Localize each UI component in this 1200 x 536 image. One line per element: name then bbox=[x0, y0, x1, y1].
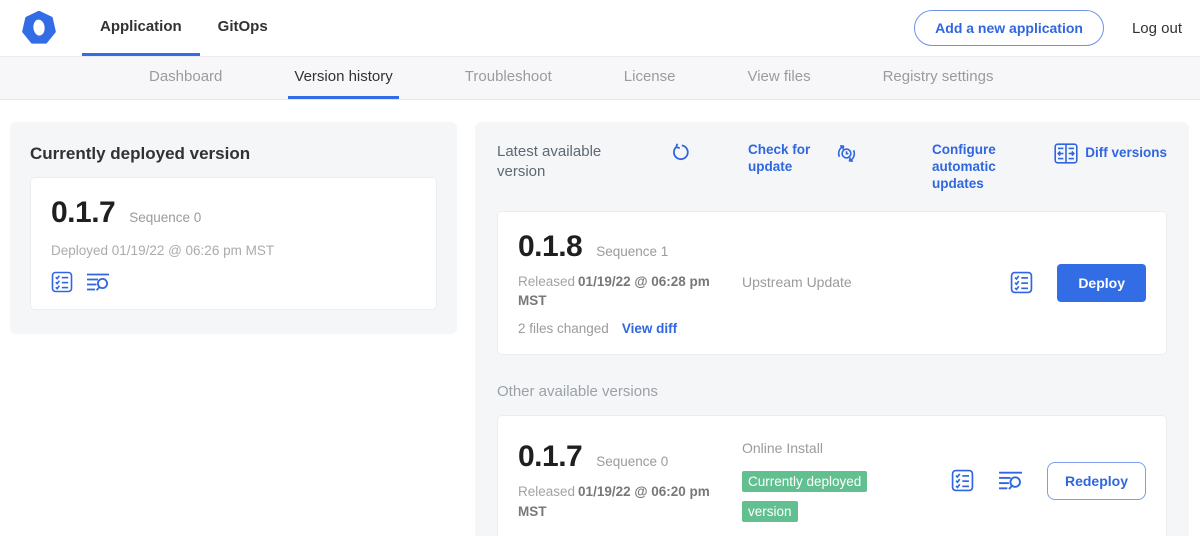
configure-automatic-updates-link[interactable]: Configure automatic updates bbox=[836, 142, 1021, 193]
preflight-checklist-icon[interactable] bbox=[951, 469, 974, 492]
latest-available-panel: Latest available version Check for updat… bbox=[475, 122, 1189, 536]
currently-deployed-panel: Currently deployed version 0.1.7 Sequenc… bbox=[10, 122, 457, 334]
release-info: 0.1.7 Sequence 0 Released01/19/22 @ 06:2… bbox=[518, 440, 730, 521]
release-card-0-1-7: 0.1.7 Sequence 0 Released01/19/22 @ 06:2… bbox=[497, 415, 1167, 536]
release-source: Online Install Currently deployed versio… bbox=[742, 440, 910, 528]
diff-versions-icon bbox=[1054, 143, 1078, 164]
current-version-card: 0.1.7 Sequence 0 Deployed 01/19/22 @ 06:… bbox=[30, 177, 437, 310]
release-actions: Deploy bbox=[1010, 264, 1146, 302]
release-source: Upstream Update bbox=[742, 274, 852, 292]
configure-automatic-updates-label: Configure automatic updates bbox=[932, 142, 1021, 193]
diff-versions-link[interactable]: Diff versions bbox=[1054, 142, 1167, 164]
redeploy-button[interactable]: Redeploy bbox=[1047, 462, 1146, 500]
other-versions-title: Other available versions bbox=[497, 383, 1167, 400]
subnav-license[interactable]: License bbox=[618, 57, 682, 99]
release-info: 0.1.8 Sequence 1 Released01/19/22 @ 06:2… bbox=[518, 230, 730, 336]
auto-update-clock-icon bbox=[836, 143, 925, 164]
current-version-number: 0.1.7 bbox=[51, 196, 115, 230]
refresh-icon bbox=[671, 143, 741, 162]
check-for-update-link[interactable]: Check for update bbox=[671, 142, 836, 176]
current-version-sequence: Sequence 0 bbox=[129, 210, 201, 225]
latest-available-title: Latest available version bbox=[497, 142, 629, 183]
current-version-row: 0.1.7 Sequence 0 bbox=[51, 196, 416, 230]
current-version-actions bbox=[51, 271, 416, 293]
release-timestamp: Released01/19/22 @ 06:20 pm MST bbox=[518, 482, 713, 521]
release-sequence: Sequence 1 bbox=[596, 244, 668, 259]
diff-versions-label: Diff versions bbox=[1085, 145, 1167, 162]
view-diff-link[interactable]: View diff bbox=[622, 321, 677, 336]
deploy-logs-icon[interactable] bbox=[998, 469, 1023, 492]
currently-deployed-badge: Currently deployed version bbox=[742, 471, 867, 522]
latest-header: Latest available version Check for updat… bbox=[497, 142, 1167, 193]
release-timestamp: Released01/19/22 @ 06:28 pm MST bbox=[518, 272, 713, 311]
files-changed-label: 2 files changed bbox=[518, 321, 609, 336]
currently-deployed-title: Currently deployed version bbox=[30, 144, 437, 164]
subnav-troubleshoot[interactable]: Troubleshoot bbox=[459, 57, 558, 99]
top-tabs: Application GitOps bbox=[82, 0, 286, 56]
check-for-update-label: Check for update bbox=[748, 142, 818, 176]
release-sequence: Sequence 0 bbox=[596, 454, 668, 469]
subnav-view-files[interactable]: View files bbox=[741, 57, 816, 99]
deploy-button[interactable]: Deploy bbox=[1057, 264, 1146, 302]
release-version-number: 0.1.7 bbox=[518, 440, 582, 474]
sub-nav: Dashboard Version history Troubleshoot L… bbox=[0, 56, 1200, 100]
preflight-checklist-icon[interactable] bbox=[1010, 271, 1033, 294]
subnav-dashboard[interactable]: Dashboard bbox=[143, 57, 228, 99]
release-card-0-1-8: 0.1.8 Sequence 1 Released01/19/22 @ 06:2… bbox=[497, 211, 1167, 355]
kots-logo-icon bbox=[22, 11, 56, 45]
tab-application[interactable]: Application bbox=[82, 0, 200, 56]
subnav-registry-settings[interactable]: Registry settings bbox=[877, 57, 1000, 99]
release-actions: Redeploy bbox=[951, 462, 1146, 500]
top-nav: Application GitOps Add a new application… bbox=[0, 0, 1200, 56]
top-nav-right: Add a new application Log out bbox=[914, 10, 1182, 46]
main-content: Currently deployed version 0.1.7 Sequenc… bbox=[0, 100, 1200, 536]
logout-link[interactable]: Log out bbox=[1132, 20, 1182, 37]
tab-gitops[interactable]: GitOps bbox=[200, 0, 286, 56]
subnav-version-history[interactable]: Version history bbox=[288, 57, 398, 99]
deploy-logs-icon[interactable] bbox=[86, 271, 110, 293]
current-deployed-timestamp: Deployed 01/19/22 @ 06:26 pm MST bbox=[51, 243, 416, 258]
release-version-number: 0.1.8 bbox=[518, 230, 582, 264]
preflight-checklist-icon[interactable] bbox=[51, 271, 73, 293]
add-application-button[interactable]: Add a new application bbox=[914, 10, 1104, 46]
